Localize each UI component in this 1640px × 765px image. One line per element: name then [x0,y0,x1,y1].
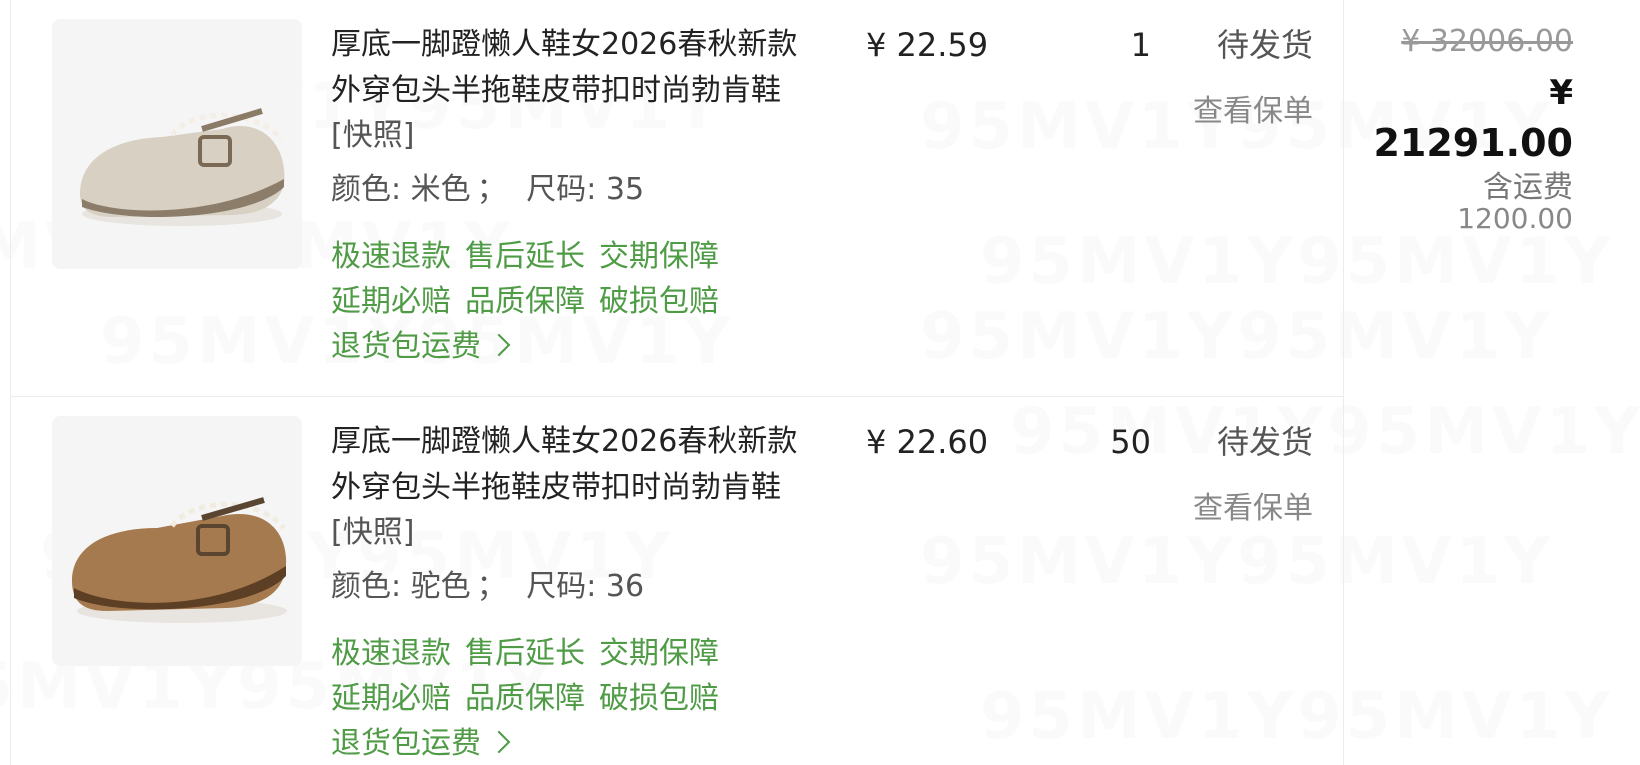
size-label: 尺码: [526,569,597,604]
order-item-row: 厚底一脚蹬懒人鞋女2026春秋新款外穿包头半拖鞋皮带扣时尚勃肯鞋 [快照] 颜色… [11,0,1343,397]
snapshot-link[interactable]: [快照] [331,513,414,553]
order-status: 待发货 [1216,423,1313,461]
view-policy-link[interactable]: 查看保单 [1193,489,1313,529]
product-spec: 颜色: 米色； 尺码: 35 [331,172,645,207]
color-label: 颜色: [331,569,402,604]
shipping-fee: 1200.00 [1457,202,1573,235]
quantity: 1 [1130,26,1151,64]
service-tag: 破损包赔 [599,284,719,319]
order-total-column: ¥ 32006.00 ¥ 21291.00 含运费 1200.00 [1343,0,1573,765]
color-value: 米色 [410,172,471,207]
color-value: 驼色 [410,569,471,604]
clog-shoe-icon [72,497,287,623]
product-title[interactable]: 厚底一脚蹬懒人鞋女2026春秋新款外穿包头半拖鞋皮带扣时尚勃肯鞋 [331,22,801,114]
chevron-right-icon [487,730,511,753]
service-tags: 极速退款 售后延长 交期保障 延期必赔 品质保障 破损包赔 退货包运费 [331,631,771,765]
currency-symbol: ¥ [1549,73,1573,113]
service-tag: 破损包赔 [599,681,719,716]
return-shipping-link[interactable]: 退货包运费 [331,324,511,369]
return-shipping-link[interactable]: 退货包运费 [331,721,511,765]
product-image[interactable] [52,416,302,666]
service-tag: 极速退款 [331,239,451,274]
size-value: 36 [605,569,645,604]
service-tag: 延期必赔 [331,284,451,319]
return-shipping-label: 退货包运费 [331,329,481,364]
order-items-table: 厚底一脚蹬懒人鞋女2026春秋新款外穿包头半拖鞋皮带扣时尚勃肯鞋 [快照] 颜色… [10,0,1640,765]
order-status: 待发货 [1216,26,1313,64]
product-spec: 颜色: 驼色； 尺码: 36 [331,569,645,604]
service-tag: 延期必赔 [331,681,451,716]
service-tag: 交期保障 [599,239,719,274]
service-tag: 极速退款 [331,636,451,671]
return-shipping-label: 退货包运费 [331,726,481,761]
items-column: 厚底一脚蹬懒人鞋女2026春秋新款外穿包头半拖鞋皮带扣时尚勃肯鞋 [快照] 颜色… [10,0,1344,765]
service-tag: 品质保障 [465,681,585,716]
chevron-right-icon [487,333,511,356]
service-tag: 交期保障 [599,636,719,671]
service-tags: 极速退款 售后延长 交期保障 延期必赔 品质保障 破损包赔 退货包运费 [331,234,771,369]
order-item-row: 厚底一脚蹬懒人鞋女2026春秋新款外穿包头半拖鞋皮带扣时尚勃肯鞋 [快照] 颜色… [11,397,1343,765]
original-total-price: ¥ 32006.00 [1401,24,1573,59]
service-tag: 售后延长 [465,239,585,274]
quantity: 50 [1110,423,1151,461]
size-value: 35 [605,172,645,207]
color-label: 颜色: [331,172,402,207]
unit-price: ¥ 22.60 [866,423,989,461]
product-title[interactable]: 厚底一脚蹬懒人鞋女2026春秋新款外穿包头半拖鞋皮带扣时尚勃肯鞋 [331,419,801,511]
service-tag: 售后延长 [465,636,585,671]
order-page: 95MV1Y95MV1Y 95MV1Y95MV1Y 95MV1Y95MV1Y 9… [0,0,1640,765]
size-label: 尺码: [526,172,597,207]
view-policy-link[interactable]: 查看保单 [1193,92,1313,132]
product-image[interactable] [52,19,302,269]
snapshot-link[interactable]: [快照] [331,116,414,156]
shipping-included-label: 含运费 [1483,170,1573,205]
clog-shoe-icon [80,108,285,226]
unit-price: ¥ 22.59 [866,26,989,64]
service-tag: 品质保障 [465,284,585,319]
order-total-amount: 21291.00 [1373,121,1573,165]
